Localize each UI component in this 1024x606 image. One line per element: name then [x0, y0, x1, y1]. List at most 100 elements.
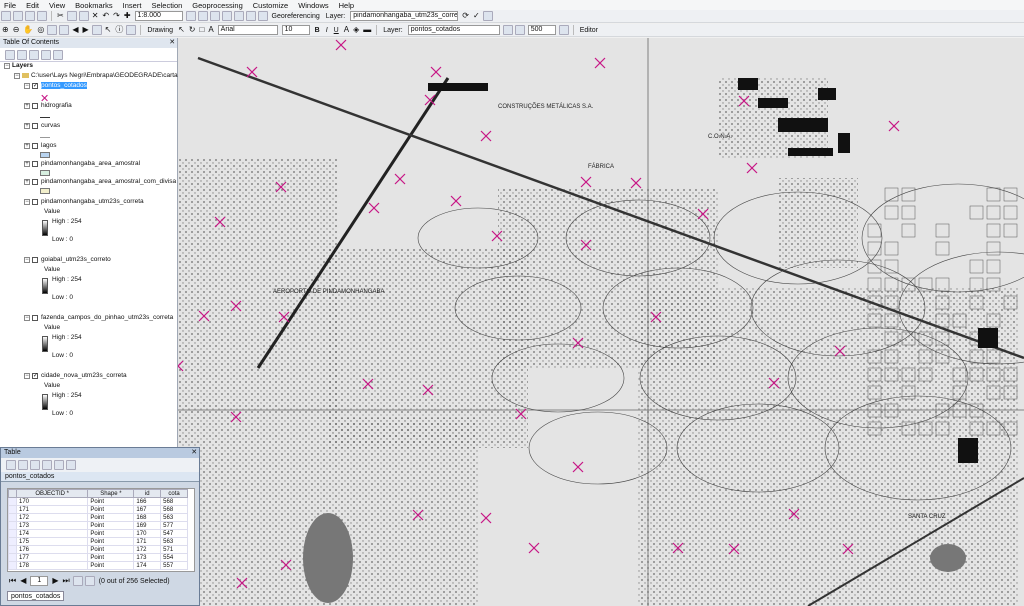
- snapping-icon[interactable]: [503, 25, 513, 35]
- table-row[interactable]: 173 Point 169 577: [9, 522, 188, 530]
- select-by-attributes-icon[interactable]: [30, 460, 40, 470]
- rotate-icon[interactable]: ⟳: [462, 11, 469, 21]
- collapse-icon[interactable]: −: [24, 199, 30, 205]
- toc-layer[interactable]: − pindamonhangaba_utm23s_correta: [24, 198, 144, 205]
- attribute-grid[interactable]: OBJECTID * Shape * id cota 170 Point 166 568 17…: [7, 488, 195, 572]
- full-extent-icon[interactable]: ◎: [37, 25, 44, 35]
- layers-root[interactable]: − Layers: [4, 62, 33, 69]
- last-record-icon[interactable]: ⏭: [63, 576, 70, 586]
- row-selector[interactable]: [9, 522, 17, 530]
- rectangle-icon[interactable]: □: [199, 25, 204, 35]
- menu-geoprocessing[interactable]: Geoprocessing: [192, 1, 242, 10]
- toc-layer[interactable]: + curvas: [24, 122, 60, 129]
- menu-view[interactable]: View: [49, 1, 65, 10]
- map-canvas[interactable]: AEROPORTO DE PINDAMONHANGABA CONSTRUÇÕES …: [178, 38, 1024, 606]
- column-header[interactable]: cota: [161, 490, 188, 498]
- print-icon[interactable]: [37, 11, 47, 21]
- search-icon[interactable]: [222, 11, 232, 21]
- forward-icon[interactable]: ▶: [83, 25, 89, 35]
- layer-visibility-checkbox[interactable]: [32, 123, 38, 129]
- link-table-icon[interactable]: [483, 11, 493, 21]
- table-tab[interactable]: pontos_cotados: [7, 591, 64, 601]
- column-header[interactable]: id: [134, 490, 161, 498]
- table-row[interactable]: 175 Point 171 563: [9, 538, 188, 546]
- font-color-icon[interactable]: A: [344, 25, 349, 35]
- editor-toolbar-icon[interactable]: [186, 11, 196, 21]
- collapse-icon[interactable]: −: [24, 83, 30, 89]
- row-selector[interactable]: [9, 538, 17, 546]
- flip-icon[interactable]: [559, 25, 569, 35]
- identify-icon[interactable]: [198, 11, 208, 21]
- python-icon[interactable]: [246, 11, 256, 21]
- search-tolerance-icon[interactable]: [515, 25, 525, 35]
- georeferencing-menu[interactable]: Georeferencing: [272, 13, 320, 20]
- collapse-icon[interactable]: −: [14, 73, 20, 79]
- table-row[interactable]: 174 Point 170 547: [9, 530, 188, 538]
- next-record-icon[interactable]: ▶: [52, 576, 58, 586]
- column-header[interactable]: OBJECTID *: [17, 490, 88, 498]
- layer-visibility-checkbox[interactable]: [32, 179, 38, 185]
- open-icon[interactable]: [13, 11, 23, 21]
- menu-windows[interactable]: Windows: [298, 1, 328, 10]
- table-row[interactable]: 176 Point 172 571: [9, 546, 188, 554]
- layer-visibility-checkbox[interactable]: ✓: [32, 373, 38, 379]
- row-selector[interactable]: [9, 506, 17, 514]
- back-icon[interactable]: ◀: [72, 25, 78, 35]
- layer-visibility-checkbox[interactable]: [32, 315, 38, 321]
- menu-file[interactable]: File: [4, 1, 16, 10]
- list-by-drawing-order-icon[interactable]: [5, 50, 15, 60]
- collapse-icon[interactable]: −: [24, 257, 30, 263]
- options-icon[interactable]: [53, 50, 63, 60]
- row-selector[interactable]: [9, 530, 17, 538]
- collapse-icon[interactable]: −: [24, 315, 30, 321]
- table-row[interactable]: 170 Point 166 568: [9, 498, 188, 506]
- row-selector[interactable]: [9, 546, 17, 554]
- font-dropdown[interactable]: Arial: [218, 25, 278, 35]
- georef-layer-dropdown[interactable]: pindamonhangaba_utm23s_correta: [350, 11, 458, 21]
- redo-icon[interactable]: ↷: [113, 11, 120, 21]
- select-features-icon[interactable]: [92, 25, 102, 35]
- pointer-icon[interactable]: ↖: [178, 25, 185, 35]
- info-icon[interactable]: ⓘ: [115, 25, 123, 35]
- show-all-records-icon[interactable]: [73, 576, 83, 586]
- menu-bookmarks[interactable]: Bookmarks: [75, 1, 113, 10]
- table-row[interactable]: 172 Point 168 563: [9, 514, 188, 522]
- italic-button[interactable]: I: [326, 27, 328, 34]
- fixed-zoom-in-icon[interactable]: [47, 25, 57, 35]
- text-icon[interactable]: A: [208, 25, 213, 35]
- measure-icon[interactable]: [126, 25, 136, 35]
- line-color-icon[interactable]: ▬: [363, 25, 371, 35]
- scale-dropdown[interactable]: 1:8.000: [135, 11, 183, 21]
- expand-icon[interactable]: +: [24, 143, 30, 149]
- workspace-path[interactable]: − C:\user\Lays Negri\Embrapa\GEODEGRADE\…: [14, 72, 178, 79]
- row-selector[interactable]: [9, 514, 17, 522]
- layer-visibility-checkbox[interactable]: [32, 103, 38, 109]
- layer-visibility-checkbox[interactable]: [32, 161, 38, 167]
- first-record-icon[interactable]: ⏮: [9, 576, 16, 586]
- copy-icon[interactable]: [67, 11, 77, 21]
- catalog-icon[interactable]: [210, 11, 220, 21]
- close-icon[interactable]: ✕: [191, 448, 199, 458]
- cut-icon[interactable]: ✂: [57, 11, 64, 21]
- clear-selection-icon[interactable]: [54, 460, 64, 470]
- map-view[interactable]: AEROPORTO DE PINDAMONHANGABA CONSTRUÇÕES …: [178, 38, 1024, 606]
- model-icon[interactable]: [258, 11, 268, 21]
- drawing-menu[interactable]: Drawing: [147, 27, 173, 34]
- toc-layer[interactable]: − goiabal_utm23s_correto: [24, 256, 111, 263]
- expand-icon[interactable]: +: [24, 179, 30, 185]
- underline-button[interactable]: U: [334, 27, 339, 34]
- layer-visibility-checkbox[interactable]: [32, 199, 38, 205]
- list-by-selection-icon[interactable]: [41, 50, 51, 60]
- expand-icon[interactable]: +: [24, 161, 30, 167]
- paste-icon[interactable]: [79, 11, 89, 21]
- table-row[interactable]: 171 Point 167 568: [9, 506, 188, 514]
- add-data-icon[interactable]: ✚: [124, 11, 131, 21]
- bold-button[interactable]: B: [315, 27, 320, 34]
- layer-visibility-checkbox[interactable]: [32, 143, 38, 149]
- fill-color-icon[interactable]: ◈: [353, 25, 359, 35]
- close-icon[interactable]: ✕: [169, 38, 177, 48]
- list-by-visibility-icon[interactable]: [29, 50, 39, 60]
- previous-record-icon[interactable]: ◀: [20, 576, 26, 586]
- zoom-to-selected-icon[interactable]: [66, 460, 76, 470]
- collapse-icon[interactable]: −: [24, 373, 30, 379]
